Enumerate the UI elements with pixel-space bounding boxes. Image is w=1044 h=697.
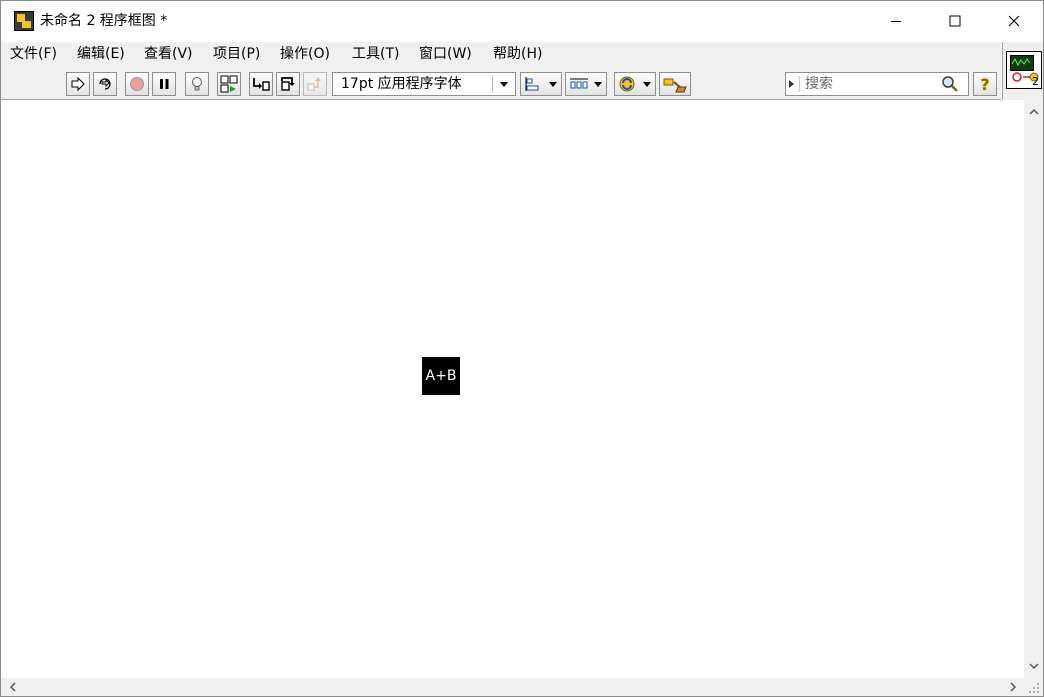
step-into-button[interactable] [249,72,273,96]
menu-project[interactable]: 项目(P) [213,46,260,63]
maximize-icon [949,15,961,27]
resize-grip[interactable] [1024,678,1043,696]
run-button[interactable] [66,72,90,96]
help-question-icon: ? [980,74,990,94]
connector-number: 2 [1032,75,1039,88]
menu-edit[interactable]: 编辑(E) [77,46,125,63]
scroll-left-icon[interactable] [5,679,21,695]
search-separator [799,76,800,92]
menu-window[interactable]: 窗口(W) [419,46,472,63]
menu-operate[interactable]: 操作(O) [280,46,330,63]
vertical-scrollbar[interactable] [1024,100,1043,678]
highlight-execution-button[interactable] [185,72,209,96]
vi-icon-panel: 2 [1002,42,1043,100]
reorder-button[interactable] [614,72,656,96]
search-box [785,72,969,96]
pause-icon [160,79,169,89]
align-objects-button[interactable] [520,72,562,96]
menu-help[interactable]: 帮助(H) [493,46,542,63]
labview-block-diagram-window: 未命名 2 程序框图 * 文件(F) 编辑(E) 查看(V) 项目(P) 操作(… [0,0,1044,697]
close-button[interactable] [991,1,1037,41]
reorder-icon [619,76,635,92]
search-input[interactable] [805,75,935,93]
horizontal-scrollbar[interactable] [1,678,1024,696]
menu-file[interactable]: 文件(F) [10,46,57,63]
scroll-up-icon[interactable] [1026,104,1042,120]
menu-tools[interactable]: 工具(T) [352,46,399,63]
retain-wire-values-button[interactable] [217,72,241,96]
distribute-objects-icon [570,78,588,89]
pause-button[interactable] [152,72,176,96]
maximize-button[interactable] [932,1,978,41]
window-title: 未命名 2 程序框图 * [40,13,168,29]
step-out-icon [307,77,321,91]
resize-grip-icon [1029,683,1039,693]
block-diagram-canvas[interactable]: A+B [1,100,1024,678]
text-settings-dropdown[interactable]: 17pt 应用程序字体 [332,72,516,96]
search-icon[interactable] [941,75,959,93]
align-objects-icon [525,77,539,91]
step-out-button[interactable] [303,72,327,96]
clean-up-diagram-icon [663,78,687,93]
minimize-icon [891,21,901,22]
context-help-button[interactable]: ? [973,72,997,96]
distribute-objects-button[interactable] [565,72,607,96]
step-into-icon [253,78,270,91]
step-over-button[interactable] [276,72,300,96]
run-arrow-icon [71,76,85,92]
minimize-button[interactable] [873,1,919,41]
abort-stop-icon [130,77,144,91]
run-continuously-icon [99,78,111,90]
clean-up-diagram-button[interactable] [659,72,691,96]
vi-icon[interactable]: 2 [1006,51,1042,89]
menu-view[interactable]: 查看(V) [144,46,193,63]
express-formula-node[interactable]: A+B [422,357,460,395]
title-bar[interactable]: 未命名 2 程序框图 * [1,1,1043,41]
font-select-value: 17pt 应用程序字体 [341,76,462,92]
scroll-right-icon[interactable] [1005,679,1021,695]
retain-wire-values-icon [220,75,238,93]
close-icon [1008,15,1020,27]
dropdown-separator [492,75,493,93]
menu-bar: 文件(F) 编辑(E) 查看(V) 项目(P) 操作(O) 工具(T) 窗口(W… [1,42,1001,67]
waveform-icon [1010,55,1034,71]
abort-button[interactable] [125,72,149,96]
chevron-down-icon [500,82,508,87]
lightbulb-icon [192,77,202,91]
step-over-icon [281,77,295,91]
scroll-down-icon[interactable] [1026,658,1042,674]
labview-app-icon[interactable] [14,11,34,31]
run-continuously-button[interactable] [93,72,117,96]
search-options-icon[interactable] [789,80,794,88]
